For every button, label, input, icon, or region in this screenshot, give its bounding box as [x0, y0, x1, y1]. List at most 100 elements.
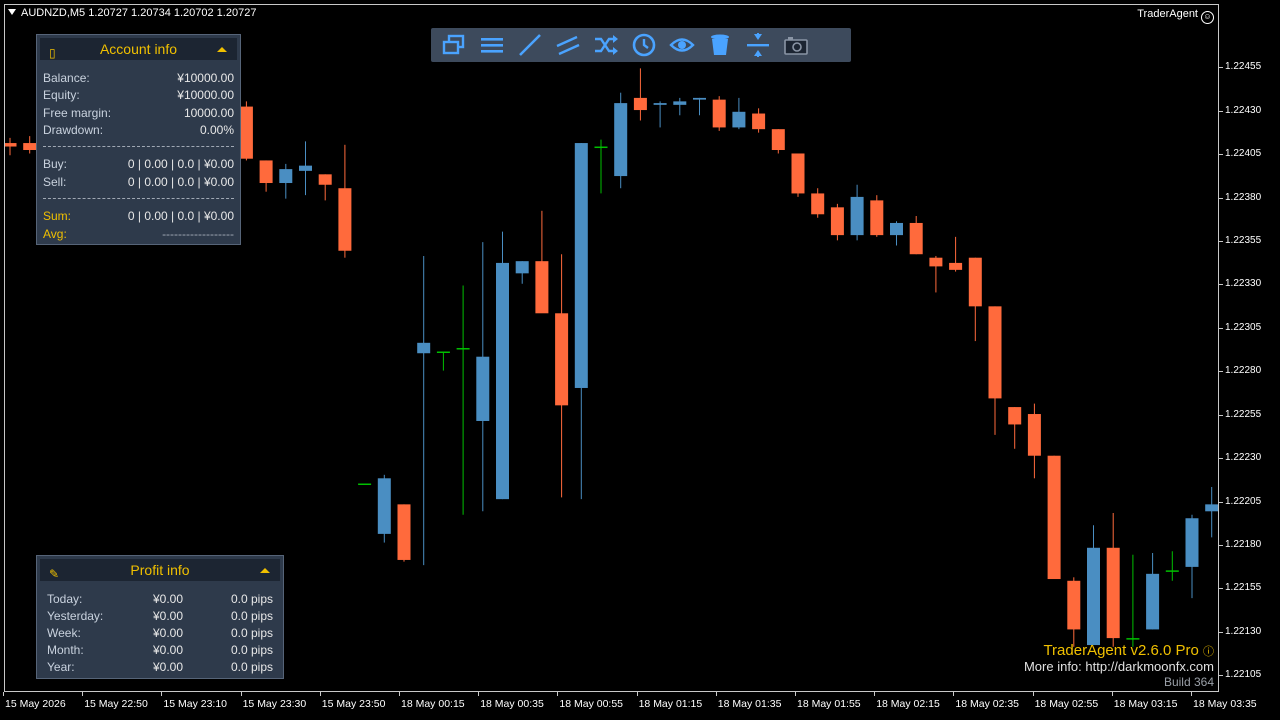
price-tick-mark — [1219, 458, 1223, 460]
bearish-candle — [811, 188, 825, 218]
avg-row: Avg: ------------------ — [43, 226, 234, 242]
bullish-candle — [732, 97, 746, 130]
brand-text: TraderAgent — [1137, 8, 1198, 20]
doji-candle — [456, 285, 470, 515]
bearish-candle — [1027, 403, 1041, 479]
bearish-candle — [929, 255, 943, 293]
drawdown-value: 0.00% — [199, 123, 234, 137]
bearish-candle — [771, 129, 785, 154]
profit-row-pips: 0.0 pips — [230, 592, 273, 606]
doji-candle — [436, 351, 450, 371]
time-tick-mark — [1191, 692, 1192, 696]
price-tick-label: 1.22380 — [1225, 191, 1262, 203]
bearish-candle — [909, 216, 923, 255]
camera-button[interactable] — [777, 30, 815, 60]
profit-row-label: Year: — [47, 660, 75, 674]
doji-candle — [358, 483, 372, 486]
price-tick-label: 1.22105 — [1225, 669, 1262, 681]
bullish-candle — [574, 143, 588, 500]
equity-label: Equity: — [43, 88, 80, 102]
dropdown-arrow-icon[interactable] — [8, 9, 16, 15]
bearish-candle — [830, 203, 844, 241]
time-tick-label: 15 May 23:30 — [242, 698, 307, 710]
parallel-lines-button[interactable] — [549, 30, 587, 60]
bullish-candle — [417, 255, 431, 566]
sell-value: 0 | 0.00 | 0.0 | ¥0.00 — [127, 175, 234, 189]
price-tick-label: 1.22280 — [1225, 365, 1262, 377]
time-tick-mark — [557, 692, 559, 696]
version-text: TraderAgent v2.6.0 Pro — [1043, 642, 1199, 659]
eye-icon — [669, 38, 695, 52]
free-margin-label: Free margin: — [43, 106, 112, 120]
time-tick-mark — [1111, 692, 1113, 696]
bearish-candle — [1047, 455, 1061, 580]
bearish-candle — [397, 504, 411, 562]
trendline-button[interactable] — [511, 30, 549, 60]
profit-row: Yesterday: ¥0.00 0.0 pips — [43, 608, 277, 624]
bearish-candle — [870, 195, 884, 237]
time-tick-label: 18 May 00:15 — [401, 698, 465, 710]
time-tick-mark — [3, 692, 4, 696]
bullish-candle — [653, 101, 667, 128]
symbol-quote: AUDNZD,M5 1.20727 1.20734 1.20702 1.2072… — [21, 7, 257, 19]
account-info-panel: ▯ Account info Balance: ¥10000.00 Equity:… — [36, 34, 241, 245]
bullish-candle — [693, 97, 706, 116]
profit-info-header[interactable]: ✎ Profit info — [40, 559, 280, 581]
parallel-lines-icon — [556, 35, 580, 56]
time-tick-mark — [240, 692, 242, 696]
profit-row-money: ¥0.00 — [153, 626, 184, 640]
doji-candle — [1165, 551, 1179, 581]
shuffle-button[interactable] — [587, 30, 625, 60]
price-tick-label: 1.22230 — [1225, 452, 1262, 464]
bullish-candle — [1205, 486, 1218, 538]
profit-row-pips: 0.0 pips — [230, 626, 273, 640]
smiley-icon: ☺ — [1201, 11, 1214, 24]
profit-row-money: ¥0.00 — [153, 660, 184, 674]
price-tick-mark — [1219, 241, 1223, 243]
price-tick-label: 1.22255 — [1225, 408, 1262, 420]
bearish-candle — [5, 137, 17, 156]
price-tick-mark — [1219, 588, 1223, 590]
bullish-candle — [1087, 525, 1100, 646]
trash-icon — [711, 34, 729, 55]
bearish-candle — [968, 257, 982, 342]
trash-button[interactable] — [701, 30, 739, 60]
bullish-candle — [1146, 552, 1160, 630]
time-tick-label: 15 May 22:50 — [84, 698, 148, 710]
time-tick-mark — [161, 692, 163, 696]
collapse-caret-icon[interactable] — [260, 568, 270, 573]
menu-button[interactable] — [473, 30, 511, 60]
bullish-candle — [377, 474, 391, 543]
windows-button[interactable] — [435, 30, 473, 60]
profit-row-pips: 0.0 pips — [230, 609, 273, 623]
info-icon[interactable]: ⓘ — [1203, 646, 1214, 658]
profit-row-pips: 0.0 pips — [230, 660, 273, 674]
price-tick-mark — [1219, 675, 1223, 677]
bullish-candle — [299, 141, 312, 196]
price-tick-mark — [1219, 110, 1223, 112]
balance-row: Balance: ¥10000.00 — [43, 70, 234, 86]
divider — [43, 146, 234, 147]
profit-row: Today: ¥0.00 0.0 pips — [43, 591, 277, 607]
account-info-header[interactable]: ▯ Account info — [40, 38, 237, 60]
price-tick-mark — [1219, 371, 1223, 373]
divider — [43, 198, 234, 199]
price-tick-label: 1.22405 — [1225, 148, 1262, 160]
clock-button[interactable] — [625, 30, 663, 60]
trendline-icon — [519, 34, 541, 56]
price-tick-mark — [1219, 67, 1223, 69]
price-tick-label: 1.22430 — [1225, 104, 1262, 116]
account-info-title: Account info — [99, 41, 178, 57]
symbol-titlebar[interactable]: AUDNZD,M5 1.20727 1.20734 1.20702 1.2072… — [8, 7, 256, 19]
more-info-link[interactable]: More info: http://darkmoonfx.com — [1024, 659, 1214, 674]
eye-button[interactable] — [663, 30, 701, 60]
profit-row: Month: ¥0.00 0.0 pips — [43, 642, 277, 658]
time-tick-mark — [874, 692, 876, 696]
bearish-candle — [791, 153, 805, 197]
compress-button[interactable] — [739, 30, 777, 60]
collapse-caret-icon[interactable] — [217, 47, 227, 52]
profit-row-label: Yesterday: — [47, 609, 104, 623]
tag-icon: ✎ — [49, 567, 60, 581]
bearish-candle — [1008, 407, 1022, 449]
bullish-candle — [496, 231, 509, 500]
